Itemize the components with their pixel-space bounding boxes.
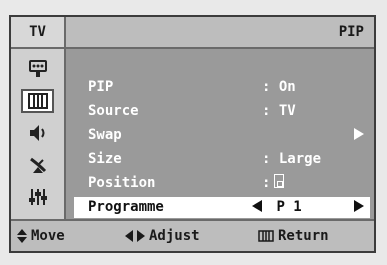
move-label: Move bbox=[31, 228, 65, 244]
menu-row-label: Size bbox=[88, 151, 122, 167]
sound-icon[interactable] bbox=[21, 121, 54, 145]
arrow-left-icon[interactable] bbox=[252, 200, 262, 212]
menu-row-label: Position bbox=[88, 175, 156, 191]
left-right-arrow-icon bbox=[125, 230, 145, 242]
menu-sidebar bbox=[11, 49, 66, 219]
menu-row-pip[interactable]: PIP : On bbox=[74, 77, 370, 98]
menu-row-label: Programme bbox=[88, 199, 164, 215]
adjust-hint: Adjust bbox=[125, 221, 200, 251]
input-icon[interactable] bbox=[21, 57, 54, 81]
menu-row-value: : On bbox=[262, 79, 296, 95]
move-hint: Move bbox=[17, 221, 65, 251]
menu-row-programme[interactable]: Programme P 1 bbox=[74, 197, 370, 218]
arrow-right-icon[interactable] bbox=[354, 197, 364, 218]
return-hint: Return bbox=[258, 221, 329, 251]
menu-row-size[interactable]: Size : Large bbox=[74, 149, 370, 170]
return-label: Return bbox=[278, 228, 329, 244]
menu-row-swap[interactable]: Swap bbox=[74, 125, 370, 146]
menu-header: TV PIP bbox=[11, 17, 374, 49]
tv-mode-label: TV bbox=[11, 17, 66, 47]
menu-icon bbox=[258, 230, 274, 242]
position-icon bbox=[274, 174, 285, 188]
menu-row-source[interactable]: Source : TV bbox=[74, 101, 370, 122]
adjust-label: Adjust bbox=[149, 228, 200, 244]
menu-title: PIP bbox=[338, 24, 364, 40]
channel-icon[interactable] bbox=[21, 153, 54, 177]
menu-row-label: Source bbox=[88, 103, 139, 119]
menu-footer: Move Adjust Return bbox=[11, 219, 374, 251]
osd-menu: TV PIP PIP : On Source: TV Swap Size: … bbox=[9, 15, 376, 253]
menu-row-label: Swap bbox=[88, 127, 122, 143]
tv-screen: TV PIP PIP : On Source: TV Swap Size: … bbox=[0, 0, 387, 265]
menu-row-position[interactable]: Position : bbox=[74, 173, 370, 194]
setup-icon[interactable] bbox=[21, 185, 54, 209]
menu-row-value: : TV bbox=[262, 103, 296, 119]
menu-content: PIP : On Source : TV Swap Size : Large P… bbox=[66, 49, 374, 219]
menu-row-value: : Large bbox=[262, 151, 322, 167]
menu-row-label: PIP bbox=[88, 79, 114, 95]
picture-icon[interactable] bbox=[21, 89, 54, 113]
submenu-arrow-icon bbox=[354, 125, 364, 146]
menu-row-value: P 1 bbox=[252, 197, 302, 218]
up-down-arrow-icon bbox=[17, 229, 27, 243]
menu-row-value: : bbox=[262, 173, 285, 194]
